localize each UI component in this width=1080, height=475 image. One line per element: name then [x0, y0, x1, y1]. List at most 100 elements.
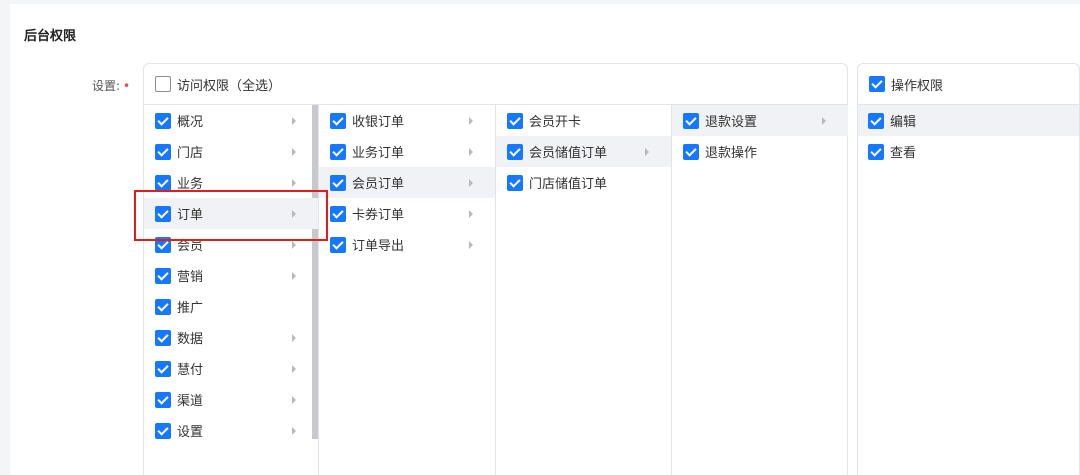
- permission-checkbox[interactable]: [330, 112, 346, 129]
- permission-checkbox[interactable]: [155, 360, 171, 377]
- chevron-right-icon: [469, 147, 473, 156]
- permission-item[interactable]: 收银订单: [319, 105, 495, 136]
- column-level-2: 收银订单业务订单会员订单卡券订单订单导出: [319, 105, 496, 475]
- permission-label: 编辑: [890, 115, 917, 130]
- chevron-right-icon: [469, 178, 473, 187]
- permission-checkbox[interactable]: [155, 236, 171, 253]
- permission-checkbox[interactable]: [868, 112, 884, 129]
- permission-label: 门店储值订单: [529, 177, 608, 192]
- column-level-4: 退款设置 退款操作: [672, 105, 848, 475]
- permission-item[interactable]: 慧付: [144, 353, 318, 384]
- permission-item[interactable]: 会员开卡: [496, 105, 671, 136]
- permission-checkbox[interactable]: [683, 112, 699, 129]
- permission-item[interactable]: 门店: [144, 136, 318, 167]
- permission-item[interactable]: 业务: [144, 167, 318, 198]
- operation-select-all-checkbox[interactable]: [869, 76, 885, 92]
- chevron-right-icon: [292, 147, 296, 156]
- permission-item[interactable]: 渠道: [144, 384, 318, 415]
- permission-item[interactable]: 订单: [144, 198, 318, 229]
- permission-label: 业务订单: [352, 146, 405, 161]
- permission-label: 退款操作: [705, 146, 758, 161]
- column-level-3: 会员开卡会员储值订单 门店储值订单: [496, 105, 672, 475]
- permission-checkbox[interactable]: [330, 143, 346, 160]
- permission-item[interactable]: 会员订单: [319, 167, 495, 198]
- permission-checkbox[interactable]: [155, 143, 171, 160]
- chevron-right-icon: [292, 395, 296, 404]
- permission-checkbox[interactable]: [507, 174, 523, 191]
- permission-label: 设置: [177, 425, 204, 440]
- permission-item[interactable]: 概况: [144, 105, 318, 136]
- permission-label: 退款设置: [705, 115, 758, 130]
- permission-item[interactable]: 数据: [144, 322, 318, 353]
- permission-checkbox[interactable]: [683, 143, 699, 160]
- permission-checkbox[interactable]: [155, 112, 171, 129]
- permission-item[interactable]: 卡券订单: [319, 198, 495, 229]
- permission-item[interactable]: 营销: [144, 260, 318, 291]
- permission-checkbox[interactable]: [155, 298, 171, 315]
- chevron-right-icon: [292, 271, 296, 280]
- chevron-right-icon: [469, 116, 473, 125]
- permission-label: 推广: [177, 301, 204, 316]
- permission-checkbox[interactable]: [330, 205, 346, 222]
- permission-item[interactable]: 业务订单: [319, 136, 495, 167]
- permission-item[interactable]: 退款设置: [672, 105, 848, 136]
- permission-label: 卡券订单: [352, 208, 405, 223]
- permission-label: 会员开卡: [529, 115, 582, 130]
- permission-item[interactable]: 设置: [144, 415, 318, 446]
- column-level-1: 概况门店业务订单会员营销推广数据慧付渠道设置: [144, 105, 319, 475]
- permission-item[interactable]: 编辑: [858, 105, 1079, 136]
- required-mark: •: [123, 79, 131, 93]
- permission-label: 门店: [177, 146, 204, 161]
- permission-checkbox[interactable]: [155, 267, 171, 284]
- access-select-all-checkbox[interactable]: [155, 76, 171, 92]
- permission-checkbox[interactable]: [507, 112, 523, 129]
- permission-label: 会员储值订单: [529, 146, 608, 161]
- chevron-right-icon: [292, 426, 296, 435]
- permission-label: 会员: [177, 239, 204, 254]
- permission-label: 营销: [177, 270, 204, 285]
- chevron-right-icon: [292, 209, 296, 218]
- permission-label: 数据: [177, 332, 204, 347]
- setting-label-text: 设置:: [92, 79, 121, 93]
- permission-item[interactable]: 会员储值订单: [496, 136, 671, 167]
- access-permission-panel: 访问权限（全选） 概况 门店 业务 订单 会员 营销 推广 数据 慧付 渠道 设置 收银订单 业务订单…: [143, 63, 848, 475]
- permission-label: 业务: [177, 177, 204, 192]
- chevron-right-icon: [469, 240, 473, 249]
- permission-checkbox[interactable]: [155, 329, 171, 346]
- access-permission-header[interactable]: 访问权限（全选）: [144, 64, 847, 105]
- operation-list: 编辑查看: [858, 105, 1079, 167]
- access-select-all-label: 访问权限（全选）: [177, 78, 282, 94]
- chevron-right-icon: [292, 333, 296, 342]
- permission-checkbox[interactable]: [155, 391, 171, 408]
- chevron-right-icon: [292, 240, 296, 249]
- section-title: 后台权限: [24, 29, 77, 44]
- chevron-right-icon: [822, 116, 826, 125]
- chevron-right-icon: [292, 116, 296, 125]
- permission-checkbox[interactable]: [155, 205, 171, 222]
- permission-label: 会员订单: [352, 177, 405, 192]
- permission-item[interactable]: 退款操作: [672, 136, 848, 167]
- permission-checkbox[interactable]: [868, 143, 884, 160]
- permission-label: 订单导出: [352, 239, 405, 254]
- operation-select-all-label: 操作权限: [891, 78, 944, 94]
- permission-item[interactable]: 门店储值订单: [496, 167, 671, 198]
- permission-checkbox[interactable]: [155, 174, 171, 191]
- permission-item[interactable]: 查看: [858, 136, 1079, 167]
- chevron-right-icon: [469, 209, 473, 218]
- chevron-right-icon: [292, 364, 296, 373]
- permission-label: 概况: [177, 115, 204, 130]
- permission-item[interactable]: 订单导出: [319, 229, 495, 260]
- permission-item[interactable]: 推广: [144, 291, 318, 322]
- backend-permissions-card: 后台权限 设置: • 访问权限（全选） 概况 门店 业务 订单 会员 营销 推广 数据 慧付 渠道设…: [10, 4, 1080, 475]
- permission-item[interactable]: 会员: [144, 229, 318, 260]
- permission-label: 慧付: [177, 363, 204, 378]
- permission-checkbox[interactable]: [330, 236, 346, 253]
- permission-checkbox[interactable]: [155, 422, 171, 439]
- chevron-right-icon: [645, 147, 649, 156]
- chevron-right-icon: [292, 178, 296, 187]
- permission-label: 收银订单: [352, 115, 405, 130]
- permission-checkbox[interactable]: [507, 143, 523, 160]
- operation-permission-header[interactable]: 操作权限: [858, 64, 1079, 105]
- permission-checkbox[interactable]: [330, 174, 346, 191]
- permission-label: 渠道: [177, 394, 204, 409]
